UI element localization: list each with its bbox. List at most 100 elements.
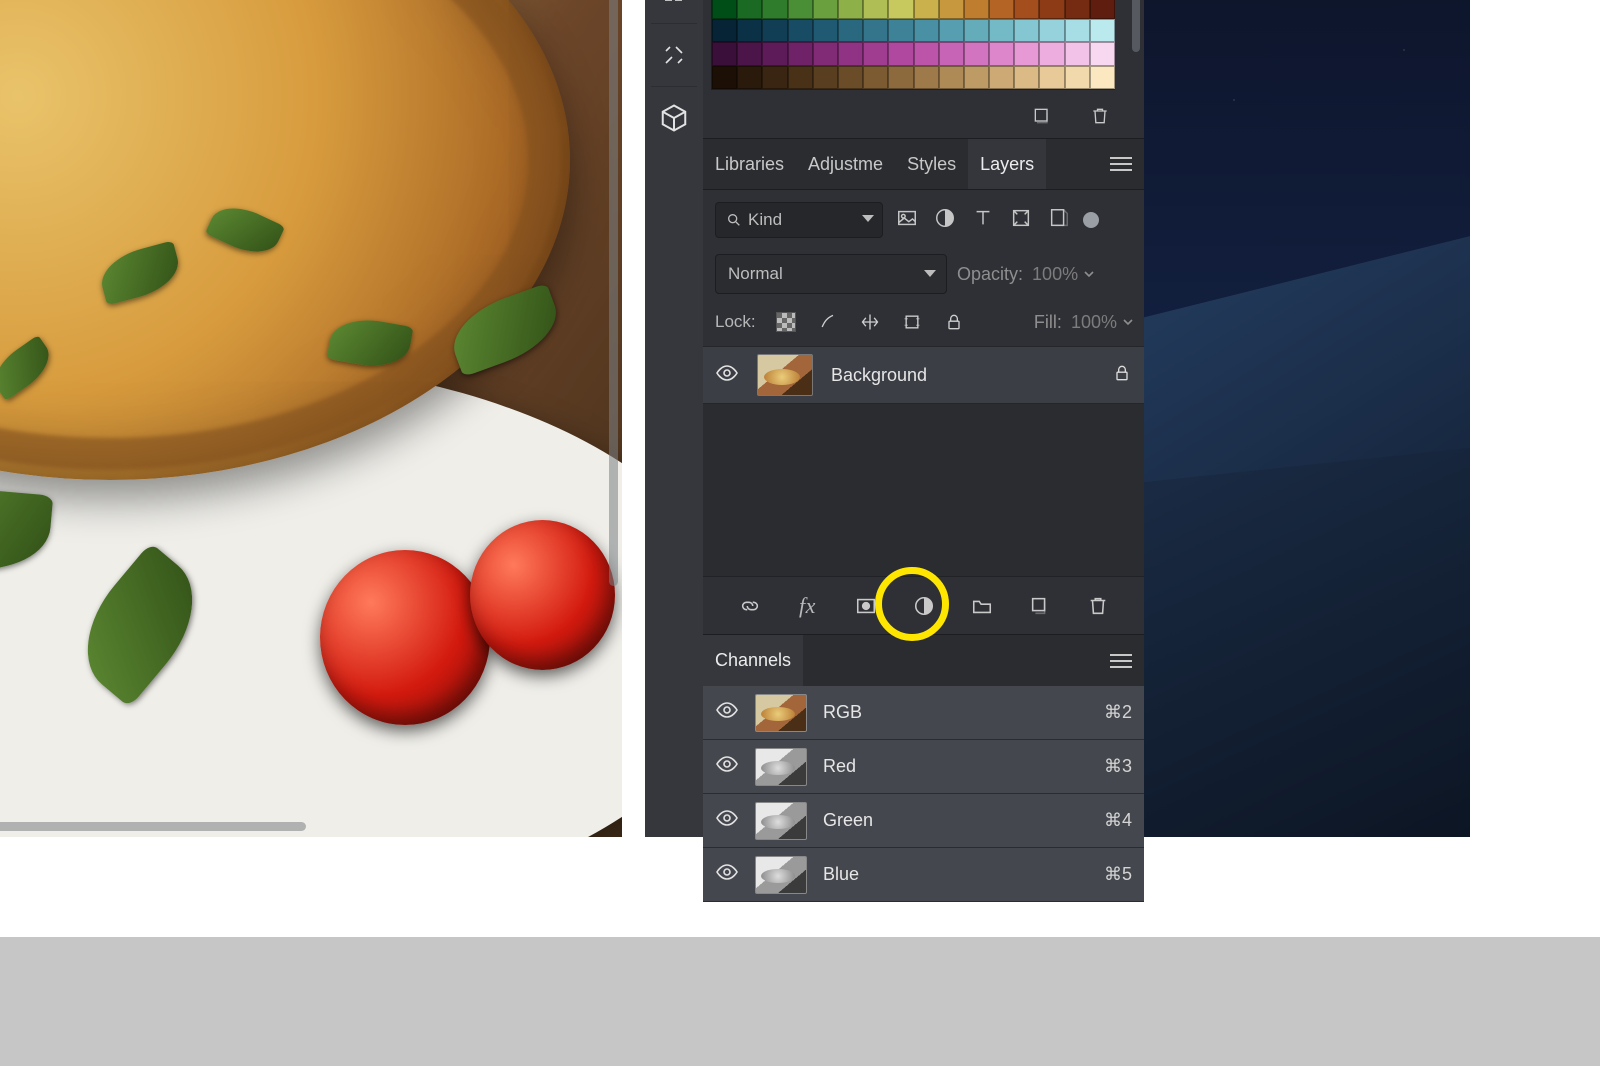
swatch-grid[interactable] (711, 0, 1115, 90)
swatch-cell[interactable] (737, 0, 762, 19)
swatch-cell[interactable] (813, 0, 838, 19)
lock-image-pixels-icon[interactable] (816, 310, 840, 334)
canvas-scrollbar-horizontal[interactable] (0, 822, 306, 831)
3d-icon[interactable] (653, 97, 695, 139)
channel-row[interactable]: Green⌘4 (703, 794, 1144, 848)
swatch-cell[interactable] (939, 66, 964, 90)
filter-shape-icon[interactable] (1007, 207, 1035, 234)
layer-visibility-toggle[interactable] (715, 361, 739, 390)
swatch-cell[interactable] (712, 66, 737, 90)
swatch-cell[interactable] (737, 19, 762, 43)
channel-visibility-toggle[interactable] (715, 860, 739, 889)
layer-list-empty-area[interactable] (703, 404, 1144, 576)
swatch-cell[interactable] (989, 42, 1014, 66)
swatch-cell[interactable] (1039, 19, 1064, 43)
swatch-cell[interactable] (939, 42, 964, 66)
layer-thumbnail[interactable] (757, 354, 813, 396)
swatch-cell[interactable] (863, 66, 888, 90)
swatch-cell[interactable] (1014, 0, 1039, 19)
swatch-cell[interactable] (989, 66, 1014, 90)
swatch-cell[interactable] (712, 0, 737, 19)
swatch-cell[interactable] (813, 66, 838, 90)
swatch-cell[interactable] (863, 42, 888, 66)
channel-visibility-toggle[interactable] (715, 698, 739, 727)
swatch-cell[interactable] (863, 19, 888, 43)
swatch-cell[interactable] (838, 0, 863, 19)
new-swatch-button[interactable] (1030, 104, 1054, 128)
layer-name[interactable]: Background (831, 365, 1094, 386)
swatch-cell[interactable] (888, 19, 913, 43)
swatch-cell[interactable] (989, 0, 1014, 19)
channels-menu-button[interactable] (1110, 654, 1144, 668)
new-adjustment-layer-icon[interactable] (910, 592, 938, 620)
swatch-cell[interactable] (762, 42, 787, 66)
opacity-control[interactable]: Opacity: 100% (957, 264, 1095, 285)
filter-type-icon[interactable] (969, 207, 997, 234)
channel-row[interactable]: Red⌘3 (703, 740, 1144, 794)
tab-layers[interactable]: Layers (968, 139, 1046, 189)
swatch-cell[interactable] (888, 42, 913, 66)
tab-adjustme[interactable]: Adjustme (796, 139, 895, 189)
swatch-cell[interactable] (813, 19, 838, 43)
new-group-icon[interactable] (968, 592, 996, 620)
channel-thumbnail[interactable] (755, 748, 807, 786)
lock-all-icon[interactable] (942, 310, 966, 334)
filter-kind-select[interactable]: Kind (715, 202, 883, 238)
swatch-cell[interactable] (1065, 66, 1090, 90)
swatch-cell[interactable] (762, 0, 787, 19)
channel-thumbnail[interactable] (755, 694, 807, 732)
swatch-cell[interactable] (1090, 66, 1115, 90)
swatch-cell[interactable] (712, 19, 737, 43)
swatch-cell[interactable] (964, 19, 989, 43)
swatch-cell[interactable] (1090, 0, 1115, 19)
swatch-cell[interactable] (1014, 42, 1039, 66)
swatch-cell[interactable] (939, 19, 964, 43)
channel-visibility-toggle[interactable] (715, 806, 739, 835)
swatch-cell[interactable] (914, 42, 939, 66)
channel-row[interactable]: RGB⌘2 (703, 686, 1144, 740)
swatch-cell[interactable] (914, 0, 939, 19)
swatch-cell[interactable] (888, 66, 913, 90)
tab-channels[interactable]: Channels (703, 635, 803, 686)
swatch-cell[interactable] (1039, 0, 1064, 19)
tab-libraries[interactable]: Libraries (703, 139, 796, 189)
layer-lock-indicator[interactable] (1112, 363, 1132, 388)
lock-artboard-icon[interactable] (900, 310, 924, 334)
fill-control[interactable]: Fill: 100% (1034, 312, 1134, 333)
add-mask-icon[interactable] (852, 592, 880, 620)
link-layers-icon[interactable] (736, 592, 764, 620)
swatch-cell[interactable] (863, 0, 888, 19)
filter-adjustment-icon[interactable] (931, 207, 959, 234)
swatch-cell[interactable] (762, 19, 787, 43)
swatches-scrollbar[interactable] (1132, 0, 1140, 52)
panel-menu-button[interactable] (1110, 157, 1144, 171)
swatch-cell[interactable] (788, 0, 813, 19)
swatch-cell[interactable] (1039, 66, 1064, 90)
swatch-cell[interactable] (1014, 19, 1039, 43)
channel-thumbnail[interactable] (755, 802, 807, 840)
swatch-cell[interactable] (788, 42, 813, 66)
swatch-cell[interactable] (838, 19, 863, 43)
swatch-cell[interactable] (788, 66, 813, 90)
blend-mode-select[interactable]: Normal (715, 254, 947, 294)
filter-pixel-icon[interactable] (893, 207, 921, 234)
channel-thumbnail[interactable] (755, 856, 807, 894)
swatch-cell[interactable] (964, 42, 989, 66)
layer-style-fx-icon[interactable]: fx (794, 592, 822, 620)
swatch-cell[interactable] (788, 19, 813, 43)
swatch-cell[interactable] (888, 0, 913, 19)
swatch-cell[interactable] (989, 19, 1014, 43)
delete-layer-icon[interactable] (1084, 592, 1112, 620)
delete-swatch-button[interactable] (1088, 104, 1112, 128)
swatch-cell[interactable] (712, 42, 737, 66)
swatch-cell[interactable] (1090, 42, 1115, 66)
swatch-cell[interactable] (939, 0, 964, 19)
swatch-cell[interactable] (964, 0, 989, 19)
channel-row[interactable]: Blue⌘5 (703, 848, 1144, 902)
swatch-cell[interactable] (813, 42, 838, 66)
channel-visibility-toggle[interactable] (715, 752, 739, 781)
swatch-cell[interactable] (1065, 19, 1090, 43)
swatch-cell[interactable] (1039, 42, 1064, 66)
lock-position-icon[interactable] (858, 310, 882, 334)
clone-source-icon[interactable] (653, 34, 695, 76)
